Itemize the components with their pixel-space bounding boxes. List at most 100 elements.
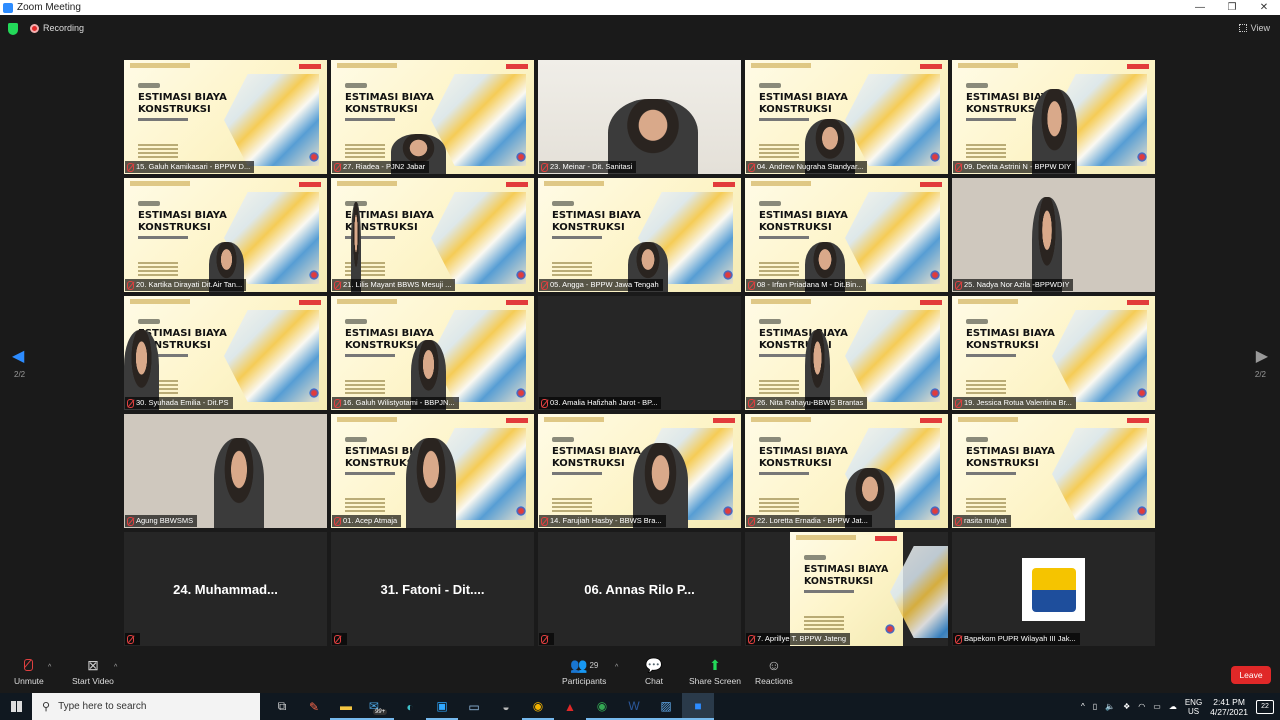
participant-video-tile[interactable]: ESTIMASI BIAYA KONSTRUKSI rasita mulyat xyxy=(952,414,1155,528)
start-video-button[interactable]: ⊠ Start Video xyxy=(72,654,114,687)
slide-title: ESTIMASI BIAYA KONSTRUKSI xyxy=(759,92,848,115)
taskbar-search-box[interactable]: ⚲ Type here to search xyxy=(32,693,260,720)
security-shield-icon[interactable] xyxy=(8,23,18,35)
participant-name-tag: 01. Acep Atmaja xyxy=(332,515,402,527)
view-button[interactable]: View xyxy=(1238,23,1270,33)
previous-page-arrow-icon[interactable]: ◀ xyxy=(12,346,24,366)
participant-video-tile[interactable]: ESTIMASI BIAYA KONSTRUKSI 21. Lilis Mayant… xyxy=(331,178,534,292)
minimize-button[interactable]: — xyxy=(1184,2,1216,13)
muted-mic-icon xyxy=(748,516,755,526)
participant-name: 21. Lilis Mayant BBWS Mesuji ... xyxy=(343,280,452,289)
participant-video-tile[interactable]: Bapekom PUPR Wilayah III Jak... xyxy=(952,532,1155,646)
participant-video-tile[interactable]: Agung BBWSMS xyxy=(124,414,327,528)
audio-options-caret-icon[interactable]: ^ xyxy=(48,664,51,671)
language-indicator[interactable]: ENG US xyxy=(1185,698,1202,716)
chrome-icon[interactable]: ◉ xyxy=(522,693,554,720)
window-controls: — ❐ ✕ xyxy=(1184,2,1280,13)
start-button[interactable] xyxy=(0,693,32,720)
computer-icon[interactable]: ▭ xyxy=(458,693,490,720)
participants-options-caret-icon[interactable]: ^ xyxy=(615,664,618,671)
unmute-button[interactable]: Unmute xyxy=(14,654,44,686)
participant-video-tile[interactable]: ESTIMASI BIAYA KONSTRUKSI 01. Acep Atmaja xyxy=(331,414,534,528)
participant-video-tile[interactable]: ESTIMASI BIAYA KONSTRUKSI 04. Andrew Nugra… xyxy=(745,60,948,174)
share-screen-button[interactable]: ⬆ Share Screen xyxy=(689,654,741,687)
reactions-button[interactable]: ☺ Reactions xyxy=(755,654,793,686)
app-icon[interactable]: ◒ xyxy=(490,693,522,720)
slide-title: ESTIMASI BIAYA KONSTRUKSI xyxy=(345,92,434,115)
muted-mic-icon xyxy=(127,634,134,644)
leave-button[interactable]: Leave xyxy=(1231,666,1271,684)
slide-logo-icon xyxy=(1137,506,1147,516)
show-hidden-icons-icon[interactable]: ^ xyxy=(1081,702,1085,711)
participant-video-tile[interactable]: ESTIMASI BIAYA KONSTRUKSI 26. Nita Rahayu-… xyxy=(745,296,948,410)
participant-video-tile[interactable]: ESTIMASI BIAYA KONSTRUKSI 15. Galuh Kamika… xyxy=(124,60,327,174)
slide-label-badge xyxy=(966,83,988,88)
slide-label-badge xyxy=(138,83,160,88)
participant-video-tile[interactable]: ESTIMASI BIAYA KONSTRUKSI 20. Kartika Dira… xyxy=(124,178,327,292)
participant-video-tile[interactable]: ESTIMASI BIAYA KONSTRUKSI 22. Loretta Erna… xyxy=(745,414,948,528)
participant-name-tag: 20. Kartika Dirayati Dit.Air Tan... xyxy=(125,279,247,291)
volume-icon[interactable]: 🔈 xyxy=(1105,702,1115,711)
participants-button[interactable]: 👥 29 Participants xyxy=(562,654,606,687)
participant-video-tile[interactable]: 31. Fatoni - Dit.... xyxy=(331,532,534,646)
clock-time: 2:41 PM xyxy=(1213,696,1245,707)
restore-button[interactable]: ❐ xyxy=(1216,2,1248,13)
participant-video-tile[interactable]: 24. Muhammad... xyxy=(124,532,327,646)
participant-video-tile[interactable]: ESTIMASI BIAYA KONSTRUKSI 09. Devita Astri… xyxy=(952,60,1155,174)
clock[interactable]: 2:41 PM 4/27/2021 xyxy=(1210,697,1248,717)
dropbox-icon[interactable]: ❖ xyxy=(1123,702,1130,711)
muted-mic-icon xyxy=(334,398,341,408)
close-button[interactable]: ✕ xyxy=(1248,2,1280,13)
construction-workers-image xyxy=(845,74,940,166)
slide-title: ESTIMASI BIAYA KONSTRUKSI xyxy=(966,328,1055,351)
participant-video-tile[interactable]: 06. Annas Rilo P... xyxy=(538,532,741,646)
participant-video-tile[interactable]: ESTIMASI BIAYA KONSTRUKSI 14. Farujiah Has… xyxy=(538,414,741,528)
slide-logo-icon xyxy=(516,152,526,162)
presentation-slide: ESTIMASI BIAYA KONSTRUKSI xyxy=(124,60,327,174)
pen-app-icon[interactable]: ✎ xyxy=(298,693,330,720)
chat-bubble-icon: 💬 xyxy=(645,656,663,673)
participant-video-tile[interactable]: ESTIMASI BIAYA KONSTRUKSI 7. Aprillye T. B… xyxy=(745,532,948,646)
presentation-slide: ESTIMASI BIAYA KONSTRUKSI xyxy=(745,178,948,292)
edge-browser-icon[interactable]: ◐ xyxy=(394,693,426,720)
participant-video-tile[interactable]: 23. Meinar - Dit. Sanitasi xyxy=(538,60,741,174)
participant-video-tile[interactable]: 25. Nadya Nor Azila -BPPWDIY xyxy=(952,178,1155,292)
participant-name-tag xyxy=(539,633,554,645)
display-icon[interactable]: ▭ xyxy=(1153,702,1161,711)
chrome-profile-icon[interactable]: ◉ xyxy=(586,693,618,720)
presentation-slide: ESTIMASI BIAYA KONSTRUKSI xyxy=(331,178,534,292)
video-options-caret-icon[interactable]: ^ xyxy=(114,664,117,671)
task-view-icon[interactable]: ⧉ xyxy=(266,693,298,720)
mail-badge: 99+ xyxy=(372,708,388,715)
file-explorer-icon[interactable]: ▬ xyxy=(330,693,362,720)
participant-person xyxy=(214,438,264,528)
slide-title: ESTIMASI BIAYA KONSTRUKSI xyxy=(966,446,1055,469)
wifi-icon[interactable]: ◠ xyxy=(1138,702,1145,711)
next-page-arrow-icon[interactable]: ▶ xyxy=(1256,346,1268,366)
slide-title: ESTIMASI BIAYA KONSTRUKSI xyxy=(759,210,848,233)
participant-video-tile[interactable]: ESTIMASI BIAYA KONSTRUKSI 08 - Irfan Priad… xyxy=(745,178,948,292)
muted-microphone-icon xyxy=(24,654,34,676)
notifications-icon[interactable]: 22 xyxy=(1256,699,1274,714)
reactions-label: Reactions xyxy=(755,676,793,686)
photoshop-icon[interactable]: ▣ xyxy=(426,693,458,720)
participant-name: 19. Jessica Rotua Valentina Br... xyxy=(964,398,1072,407)
slide-title: ESTIMASI BIAYA KONSTRUKSI xyxy=(138,92,227,115)
participant-video-tile[interactable]: ESTIMASI BIAYA KONSTRUKSI 30. Syuhada Emil… xyxy=(124,296,327,410)
participant-video-tile[interactable]: ESTIMASI BIAYA KONSTRUKSI 16. Galuh Wilist… xyxy=(331,296,534,410)
word-icon[interactable]: W xyxy=(618,693,650,720)
slide-title: ESTIMASI BIAYA KONSTRUKSI xyxy=(552,210,641,233)
participant-video-tile[interactable]: ESTIMASI BIAYA KONSTRUKSI 19. Jessica Rotu… xyxy=(952,296,1155,410)
participant-video-tile[interactable]: ESTIMASI BIAYA KONSTRUKSI 27. Riadea - PJN… xyxy=(331,60,534,174)
participant-video-tile[interactable]: 03. Amalia Hafizhah Jarot - BP... xyxy=(538,296,741,410)
acrobat-icon[interactable]: ▲ xyxy=(554,693,586,720)
participant-video-tile[interactable]: ESTIMASI BIAYA KONSTRUKSI 05. Angga - BPPW… xyxy=(538,178,741,292)
photos-icon[interactable]: ▨ xyxy=(650,693,682,720)
recording-indicator[interactable]: Recording xyxy=(30,23,84,33)
zoom-taskbar-icon[interactable]: ■ xyxy=(682,693,714,720)
mail-icon[interactable]: ✉ 99+ xyxy=(362,693,394,720)
onedrive-icon[interactable]: ☁ xyxy=(1169,702,1177,711)
chat-label: Chat xyxy=(645,676,663,686)
chat-button[interactable]: 💬 Chat xyxy=(645,654,663,687)
battery-icon[interactable]: ▯ xyxy=(1093,702,1097,711)
